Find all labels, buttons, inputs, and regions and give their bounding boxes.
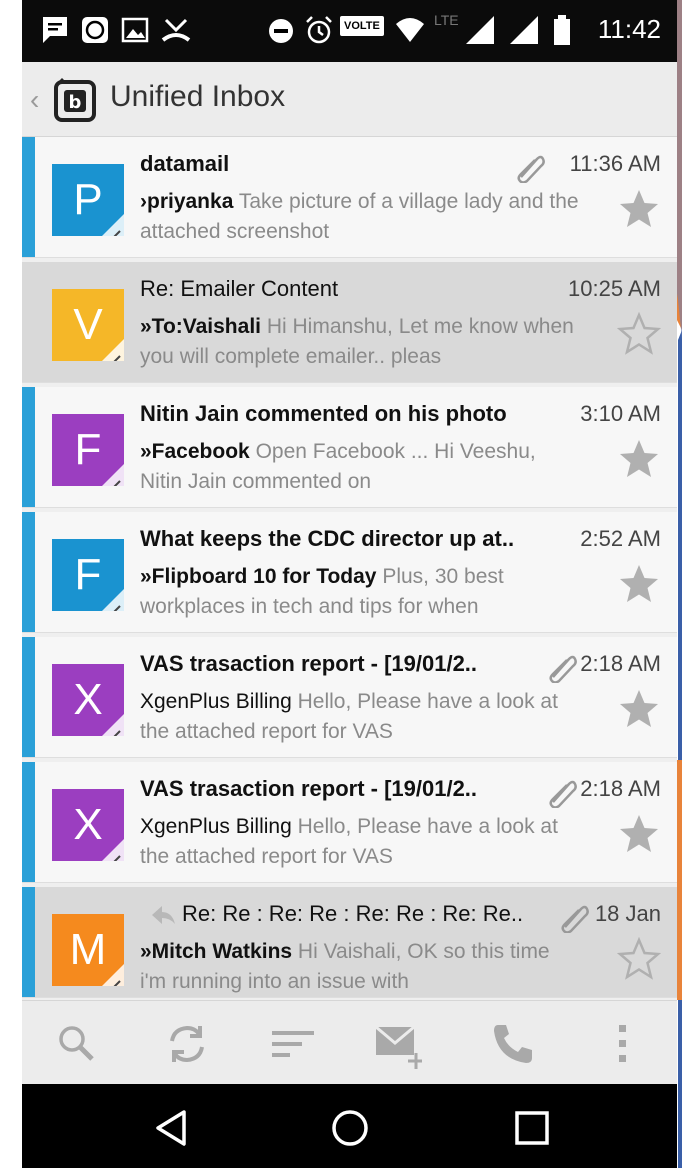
star-icon[interactable] <box>617 687 661 731</box>
mail-preview: »Flipboard 10 for Today Plus, 30 best wo… <box>140 562 580 622</box>
star-icon[interactable] <box>617 437 661 481</box>
mail-preview: »Facebook Open Facebook ... Hi Veeshu, N… <box>140 437 580 497</box>
back-icon[interactable] <box>150 1106 194 1150</box>
home-icon[interactable] <box>328 1106 372 1150</box>
star-icon[interactable] <box>617 937 661 981</box>
mail-time: 11:36 AM <box>569 151 661 176</box>
attachment-icon <box>549 780 577 808</box>
mail-time: 2:18 AM <box>580 776 661 801</box>
mail-sender: XgenPlus Billing <box>140 690 292 713</box>
mail-subject: What keeps the CDC director up at.. <box>140 526 515 551</box>
mail-item[interactable]: P datamail 11:36 AM ›priyanka Take pictu… <box>22 137 677 258</box>
mail-item[interactable]: V Re: Emailer Content 10:25 AM »To:Vaish… <box>22 262 677 383</box>
mail-subject: VAS trasaction report - [19/01/2.. <box>140 651 478 676</box>
mail-time: 18 Jan <box>594 901 661 926</box>
page-title: Unified Inbox <box>110 80 286 113</box>
mail-time: 2:18 AM <box>580 651 661 676</box>
mail-sender: »Mitch Watkins <box>140 940 293 963</box>
mail-subject: datamail <box>140 151 230 176</box>
more-icon[interactable] <box>608 1019 658 1069</box>
volte-icon: VOLTE <box>340 16 384 36</box>
attachment-icon <box>517 155 545 183</box>
message-icon <box>43 17 67 43</box>
star-icon[interactable] <box>617 312 661 356</box>
mail-time: 2:52 AM <box>580 526 661 551</box>
attachment-icon <box>561 905 589 933</box>
mail-subject: VAS trasaction report - [19/01/2.. <box>140 776 478 801</box>
call-icon[interactable] <box>488 1019 538 1069</box>
mail-item[interactable]: X VAS trasaction report - [19/01/2.. 2:1… <box>22 762 677 883</box>
mail-item[interactable]: X VAS trasaction report - [19/01/2.. 2:1… <box>22 637 677 758</box>
lte-icon: LTE <box>434 12 459 28</box>
unread-indicator <box>22 637 35 757</box>
avatar[interactable]: X <box>52 664 124 736</box>
avatar[interactable]: X <box>52 789 124 861</box>
star-icon[interactable] <box>617 812 661 856</box>
mail-sender: ›priyanka <box>140 190 234 213</box>
mail-preview: »Mitch Watkins Hi Vaishali, OK so this t… <box>140 937 580 997</box>
star-icon[interactable] <box>617 187 661 231</box>
attachment-icon <box>549 655 577 683</box>
unread-indicator <box>22 137 35 257</box>
sort-icon[interactable] <box>268 1019 318 1069</box>
unread-indicator <box>22 762 35 882</box>
mail-subject: Re: Emailer Content <box>140 276 339 301</box>
unread-indicator <box>22 387 35 507</box>
compose-icon[interactable] <box>372 1019 422 1069</box>
mail-subject: Nitin Jain commented on his photo <box>140 401 507 426</box>
mail-preview: ›priyanka Take picture of a village lady… <box>140 187 580 247</box>
reply-icon <box>152 906 175 924</box>
refresh-icon[interactable] <box>162 1019 212 1069</box>
mail-preview: »To:Vaishali Hi Himanshu, Let me know wh… <box>140 312 580 372</box>
search-icon[interactable] <box>52 1019 102 1069</box>
signal-icon <box>510 16 538 44</box>
image-icon <box>121 17 149 43</box>
wifi-icon <box>396 18 424 42</box>
mail-time: 10:25 AM <box>568 276 661 301</box>
mail-sender: »To:Vaishali <box>140 315 261 338</box>
avatar[interactable]: V <box>52 289 124 361</box>
mail-item[interactable]: F What keeps the CDC director up at.. 2:… <box>22 512 677 633</box>
whatsapp-icon <box>82 17 108 43</box>
phone-screen: VOLTE LTE 11:42 ‹ b Unified Inbox P data… <box>22 0 677 1168</box>
mail-sender: »Facebook <box>140 440 250 463</box>
inbox-logo-icon[interactable]: b <box>52 76 100 124</box>
status-time: 11:42 <box>597 14 661 44</box>
mail-list: P datamail 11:36 AM ›priyanka Take pictu… <box>22 137 677 998</box>
mail-subject: Re: Re : Re: Re : Re: Re : Re: Re.. <box>182 901 522 926</box>
star-icon[interactable] <box>617 562 661 606</box>
bottom-toolbar <box>22 1000 677 1085</box>
unread-indicator <box>22 887 35 997</box>
mail-time: 3:10 AM <box>580 401 661 426</box>
battery-icon <box>554 15 570 45</box>
avatar[interactable]: F <box>52 414 124 486</box>
system-nav-bar <box>22 1084 677 1168</box>
chevron-left-icon[interactable]: ‹ <box>30 84 39 116</box>
app-bar: ‹ b Unified Inbox <box>22 62 677 137</box>
do-not-disturb-icon <box>269 19 293 43</box>
avatar[interactable]: P <box>52 164 124 236</box>
mail-item[interactable]: F Nitin Jain commented on his photo 3:10… <box>22 387 677 508</box>
mail-sender: XgenPlus Billing <box>140 815 292 838</box>
mail-preview: XgenPlus Billing Hello, Please have a lo… <box>140 812 580 872</box>
avatar[interactable]: M <box>52 914 124 986</box>
svg-text:b: b <box>69 92 82 113</box>
missed-call-icon <box>161 18 191 42</box>
avatar[interactable]: F <box>52 539 124 611</box>
status-bar: VOLTE LTE 11:42 <box>22 0 677 62</box>
signal-icon <box>466 16 494 44</box>
mail-item[interactable]: M Re: Re : Re: Re : Re: Re : Re: Re.. 18… <box>22 887 677 998</box>
mail-preview: XgenPlus Billing Hello, Please have a lo… <box>140 687 580 747</box>
recents-icon[interactable] <box>510 1106 554 1150</box>
alarm-icon <box>306 16 332 44</box>
mail-sender: »Flipboard 10 for Today <box>140 565 377 588</box>
unread-indicator <box>22 512 35 632</box>
